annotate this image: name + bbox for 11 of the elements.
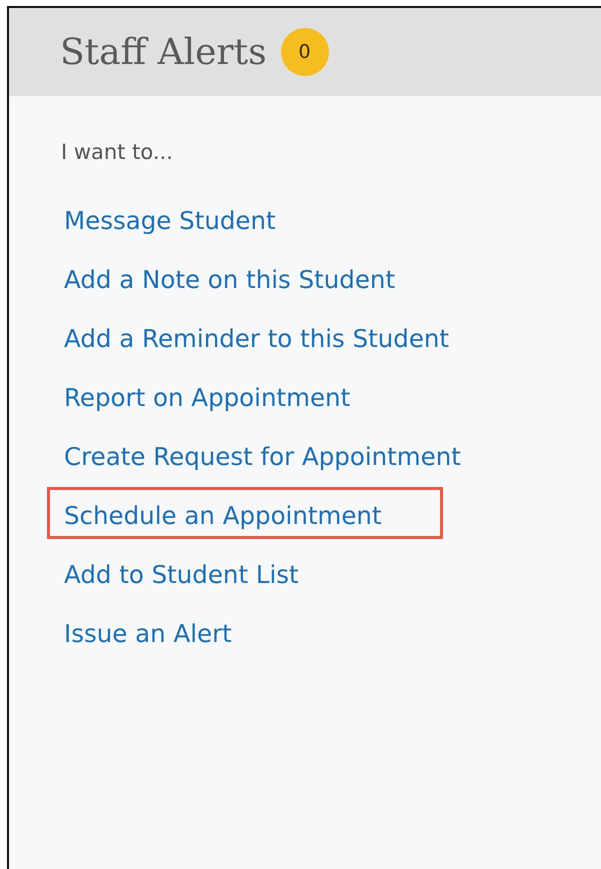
action-link[interactable]: Schedule an Appointment [47,487,443,539]
action-link[interactable]: Create Request for Appointment [47,428,478,480]
action-link[interactable]: Issue an Alert [47,605,249,657]
panel-title: Staff Alerts [60,32,267,72]
action-link[interactable]: Message Student [47,192,293,244]
prompt-text: I want to... [60,139,174,166]
action-link[interactable]: Add a Note on this Student [47,251,412,303]
alert-count: 0 [280,28,329,76]
action-link[interactable]: Add a Reminder to this Student [47,310,466,362]
action-link[interactable]: Report on Appointment [47,369,368,421]
action-link[interactable]: Add to Student List [47,546,316,598]
